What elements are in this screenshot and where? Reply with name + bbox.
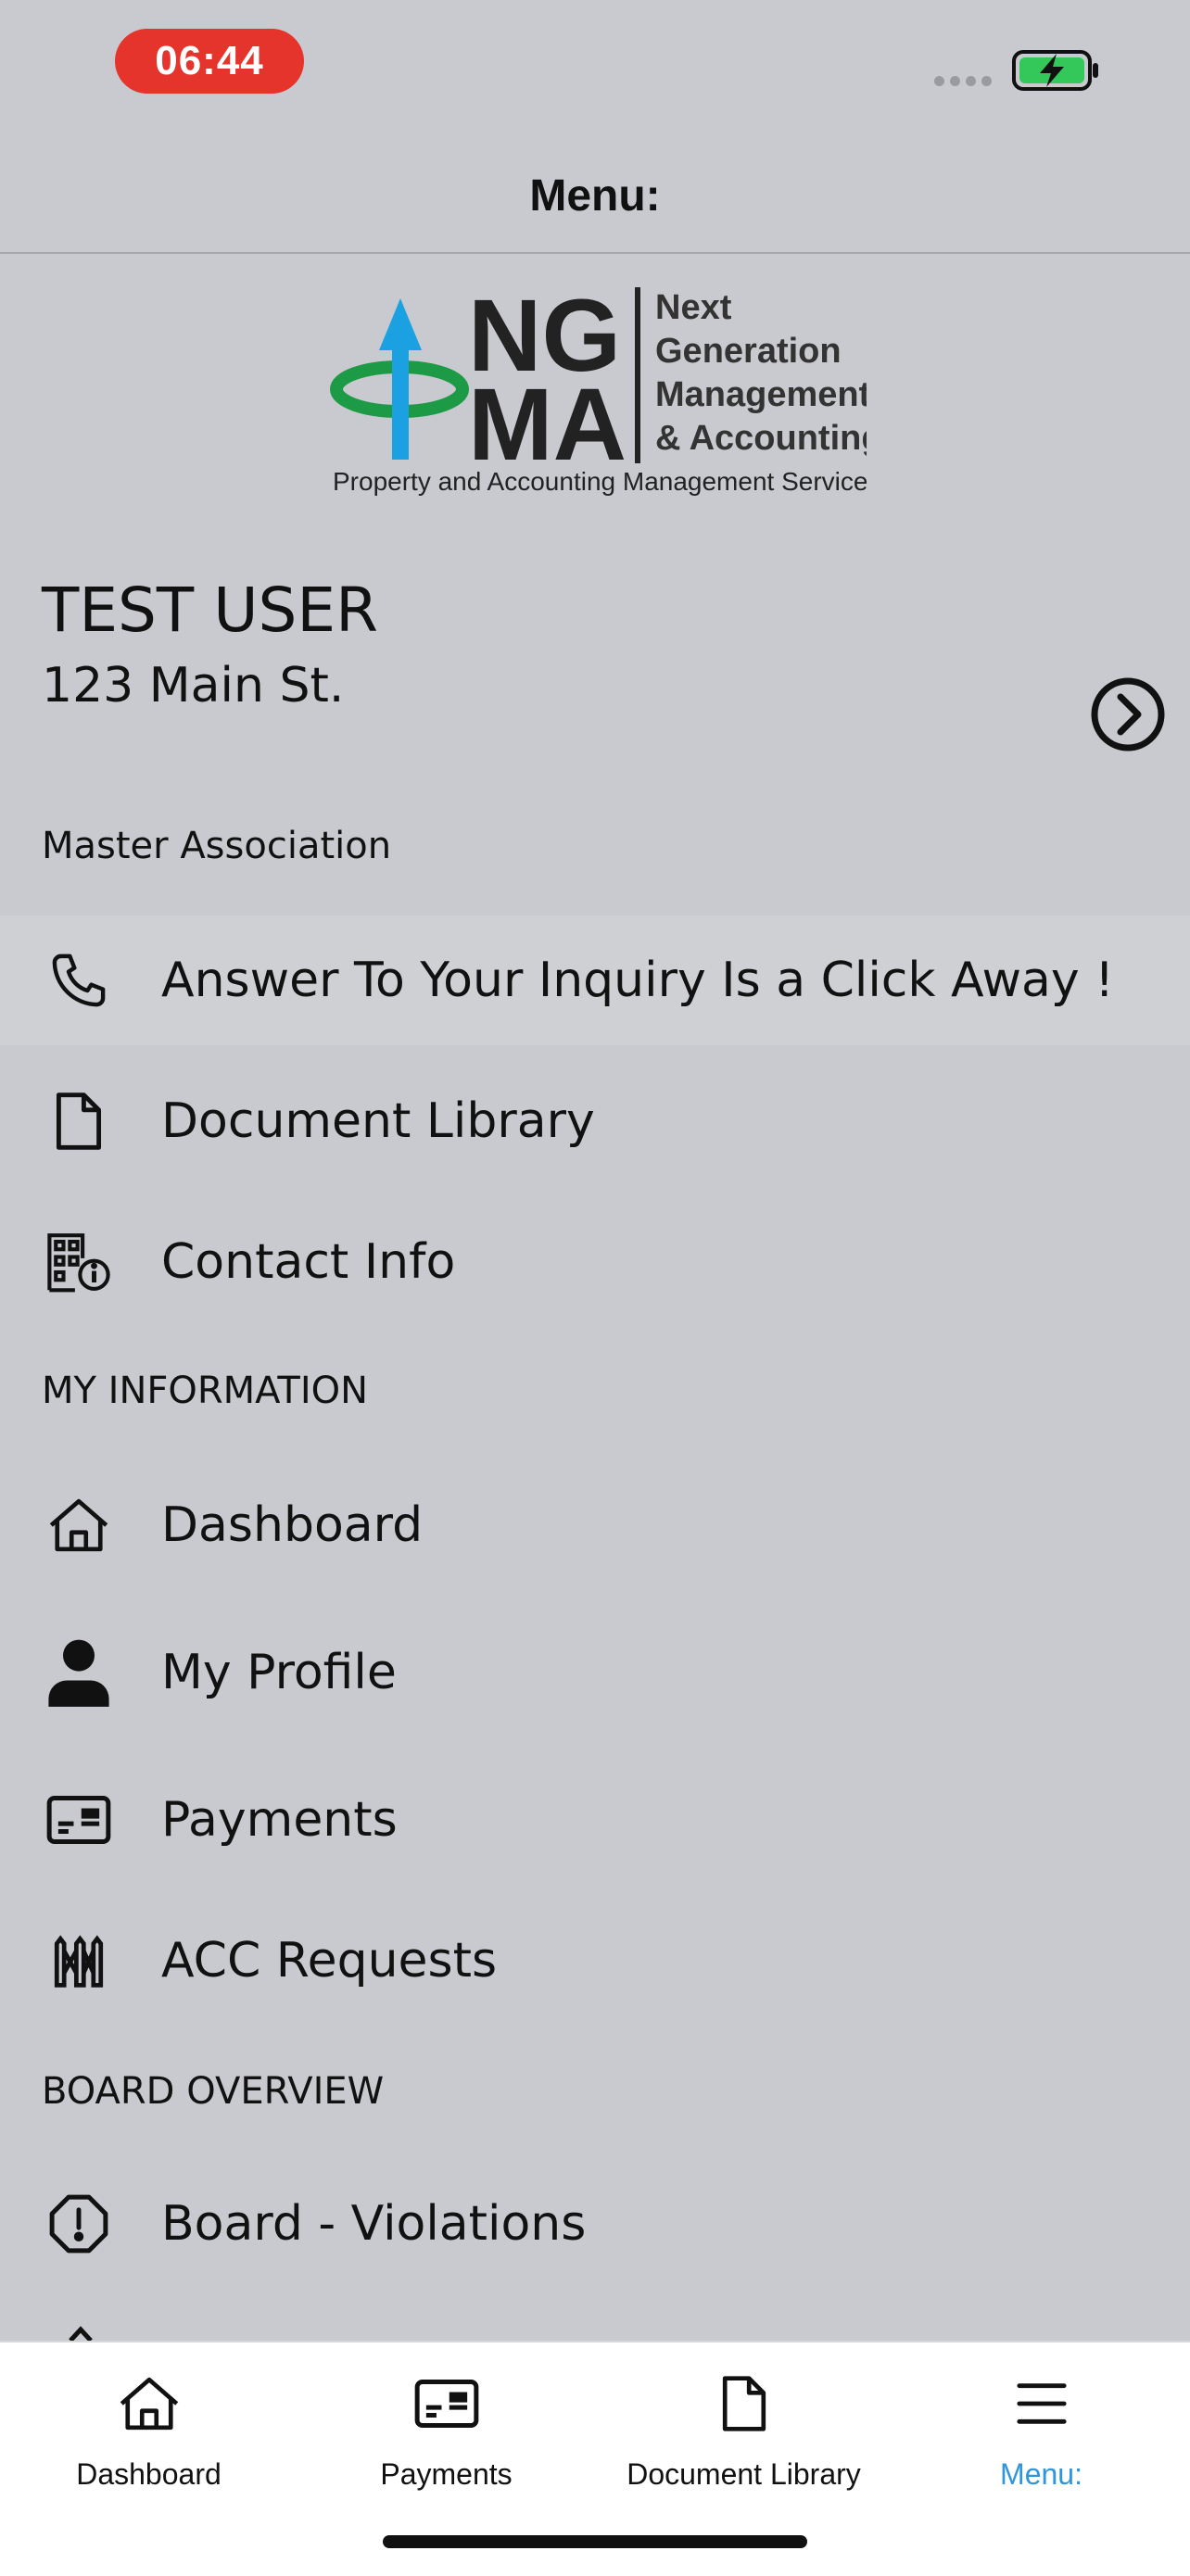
menu-item-board-violations[interactable]: Board - Violations (0, 2159, 1190, 2289)
document-icon (707, 2367, 781, 2441)
svg-text:Generation: Generation (655, 332, 842, 371)
tab-label: Dashboard (76, 2457, 222, 2491)
status-time: 06:44 (115, 29, 304, 94)
svg-text:Property and Accounting Manage: Property and Accounting Management Servi… (333, 467, 867, 496)
tab-label: Payments (380, 2457, 513, 2491)
section-board-overview: BOARD OVERVIEW (42, 2070, 385, 2113)
menu-item-inquiry[interactable]: Answer To Your Inquiry Is a Click Away ! (0, 915, 1190, 1045)
partial-menu-icon (69, 2326, 93, 2341)
menu-item-label: Dashboard (161, 1497, 424, 1553)
menu-item-label: Board - Violations (161, 2196, 587, 2252)
tab-label: Menu: (1000, 2457, 1082, 2491)
svg-text:MA: MA (468, 368, 627, 482)
home-indicator (383, 2535, 807, 2548)
person-icon (42, 1635, 116, 1710)
payment-card-icon (410, 2367, 484, 2441)
tab-payments[interactable]: Payments (298, 2342, 595, 2528)
battery-charging-icon (1012, 50, 1098, 91)
page-title: Menu: (529, 170, 661, 221)
tab-menu[interactable]: Menu: (892, 2342, 1190, 2528)
phone-icon (42, 943, 116, 1017)
section-master-association: Master Association (42, 825, 392, 867)
company-logo: NG MA Next Generation Management & Accou… (330, 279, 867, 496)
menu-item-my-profile[interactable]: My Profile (0, 1608, 1190, 1737)
hamburger-icon (1005, 2367, 1079, 2441)
home-icon (112, 2367, 186, 2441)
tab-document-library[interactable]: Document Library (595, 2342, 892, 2528)
menu-item-payments[interactable]: Payments (0, 1755, 1190, 1885)
menu-item-acc-requests[interactable]: ACC Requests (0, 1896, 1190, 2026)
menu-item-label: Document Library (161, 1093, 595, 1149)
svg-text:Management: Management (655, 375, 867, 414)
tab-dashboard[interactable]: Dashboard (0, 2342, 298, 2528)
alert-icon (42, 2187, 116, 2261)
home-icon (42, 1488, 116, 1562)
svg-text:Next: Next (655, 288, 732, 327)
user-address: 123 Main St. (42, 658, 345, 713)
menu-item-label: Payments (161, 1792, 398, 1848)
payment-card-icon (42, 1783, 116, 1857)
tab-label: Document Library (627, 2457, 861, 2491)
fence-icon (42, 1924, 116, 1998)
menu-item-label: My Profile (161, 1645, 397, 1700)
building-info-icon (42, 1225, 116, 1299)
menu-item-label: ACC Requests (161, 1933, 498, 1989)
section-my-information: MY INFORMATION (42, 1370, 369, 1412)
menu-item-dashboard[interactable]: Dashboard (0, 1460, 1190, 1590)
document-icon (42, 1084, 116, 1158)
status-bar: 06:44 (0, 0, 1190, 130)
svg-text:& Accounting: & Accounting (655, 419, 867, 458)
chevron-right-circle-icon[interactable] (1090, 676, 1166, 752)
menu-item-label: Contact Info (161, 1234, 456, 1290)
header: Menu: (0, 139, 1190, 254)
signal-icon (934, 76, 992, 86)
user-name: TEST USER (42, 575, 378, 646)
menu-item-contact-info[interactable]: Contact Info (0, 1197, 1190, 1327)
menu-item-document-library[interactable]: Document Library (0, 1056, 1190, 1186)
menu-item-label: Answer To Your Inquiry Is a Click Away ! (161, 953, 1115, 1008)
